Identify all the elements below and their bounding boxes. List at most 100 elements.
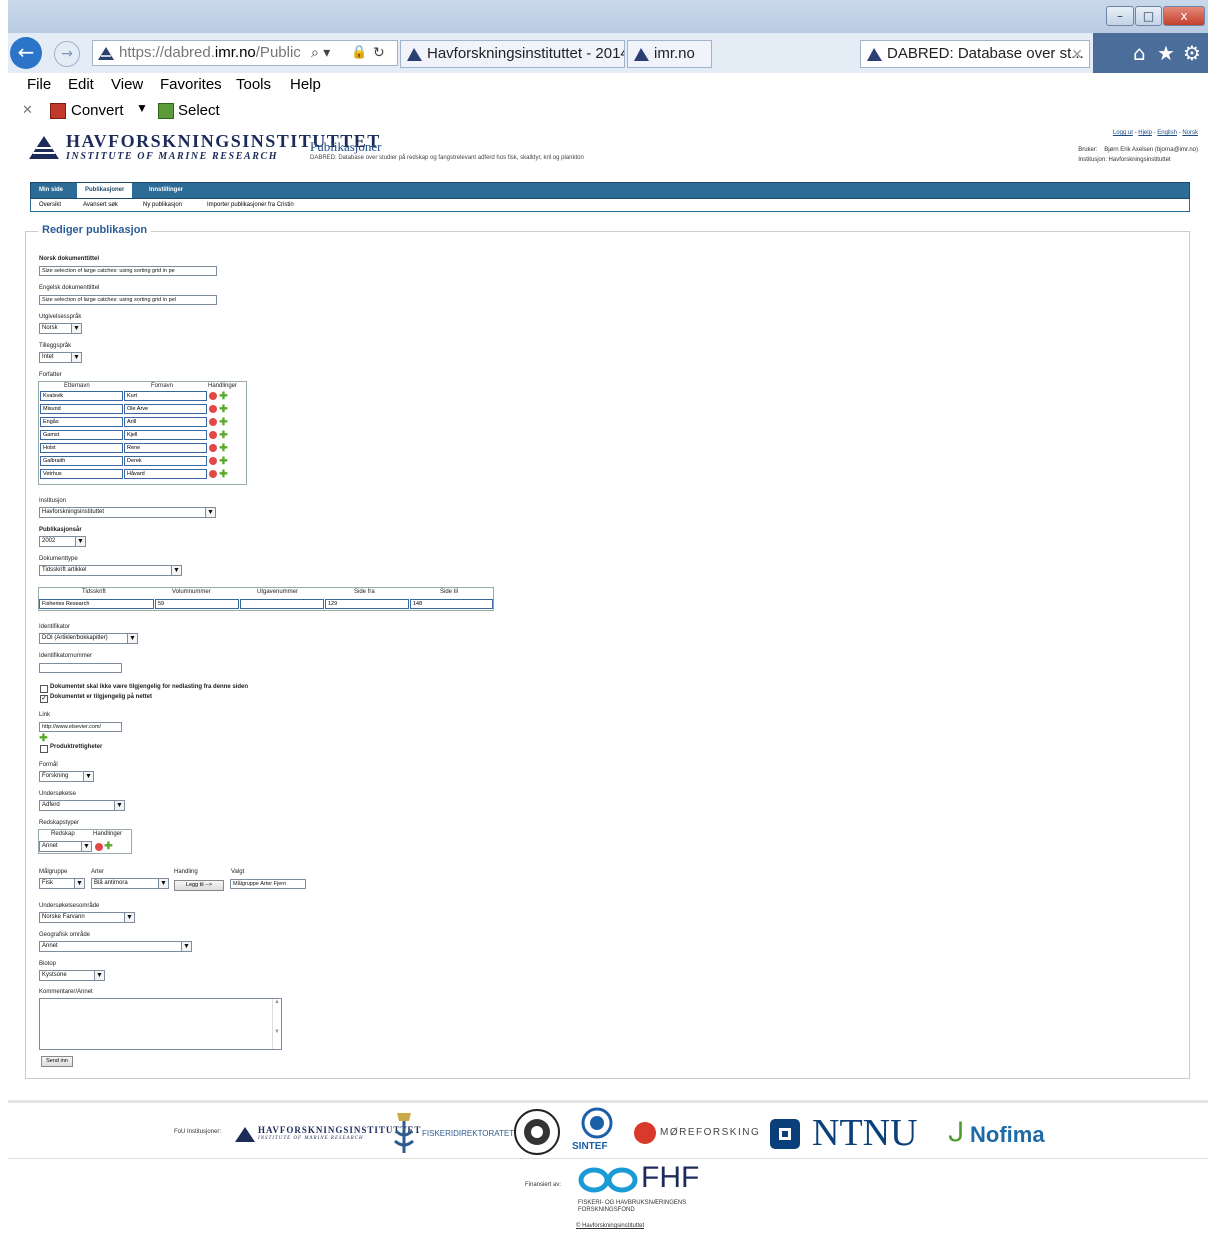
nav-innstillinger[interactable]: Innstillinger xyxy=(141,183,191,198)
close-toolbar-icon[interactable]: ✕ xyxy=(22,102,33,118)
university-tromso-seal-icon[interactable] xyxy=(513,1107,561,1157)
norsk-link[interactable]: Norsk xyxy=(1182,130,1198,136)
add-gear-icon[interactable]: ✚ xyxy=(104,842,113,852)
remove-author-icon[interactable] xyxy=(209,418,217,426)
remove-author-icon[interactable] xyxy=(209,405,217,413)
engelsk-title-input[interactable]: Size selection of large catches: using s… xyxy=(39,295,217,305)
not-available-checkbox[interactable] xyxy=(40,685,48,693)
gear-select[interactable]: Annet ▼ xyxy=(39,841,92,852)
page-to-input[interactable]: 148 xyxy=(410,599,493,609)
menu-help[interactable]: Help xyxy=(290,76,321,93)
online-checkbox[interactable]: ✓ xyxy=(40,695,48,703)
norsk-title-input[interactable]: Size selection of large catches: using s… xyxy=(39,266,217,276)
year-select[interactable]: 2002 ▼ xyxy=(39,536,86,547)
logout-link[interactable]: Logg ut xyxy=(1113,130,1133,136)
add-author-icon[interactable]: ✚ xyxy=(219,392,228,402)
remove-author-icon[interactable] xyxy=(209,431,217,439)
partner-ntnu[interactable]: NTNU xyxy=(812,1111,918,1155)
refresh-icon[interactable]: ↻ xyxy=(373,41,385,65)
author-firstname-input[interactable]: Derek xyxy=(124,456,207,466)
menu-favorites[interactable]: Favorites xyxy=(160,76,222,93)
partner-fiskeridirektoratet[interactable]: FISKERIDIREKTORATET xyxy=(422,1129,514,1138)
help-link[interactable]: Hjelp xyxy=(1138,130,1152,136)
close-window-button[interactable]: x xyxy=(1163,6,1205,26)
add-author-icon[interactable]: ✚ xyxy=(219,457,228,467)
subnav-ny-publikasjon[interactable]: Ny publikasjon xyxy=(143,199,182,211)
home-icon[interactable]: ⌂ xyxy=(1133,41,1146,65)
author-firstname-input[interactable]: Kjell xyxy=(124,430,207,440)
author-firstname-input[interactable]: Håvard xyxy=(124,469,207,479)
author-firstname-input[interactable]: Kurt xyxy=(124,391,207,401)
page-from-input[interactable]: 129 xyxy=(325,599,409,609)
tab-dabred[interactable]: DABRED: Database over st... ✕ xyxy=(860,40,1090,68)
close-tab-icon[interactable]: ✕ xyxy=(1071,41,1083,67)
author-lastname-input[interactable]: Gamst xyxy=(40,430,123,440)
geo-select[interactable]: Annet ▼ xyxy=(39,941,192,952)
remove-gear-icon[interactable] xyxy=(95,843,103,851)
menu-view[interactable]: View xyxy=(111,76,143,93)
author-lastname-input[interactable]: Kvalsvik xyxy=(40,391,123,401)
add-author-icon[interactable]: ✚ xyxy=(219,405,228,415)
identifier-number-input[interactable] xyxy=(39,663,122,673)
settings-gear-icon[interactable]: ⚙ xyxy=(1183,41,1201,65)
author-firstname-input[interactable]: Ole Arve xyxy=(124,404,207,414)
study-select[interactable]: Adferd ▼ xyxy=(39,800,125,811)
language-select[interactable]: Norsk ▼ xyxy=(39,323,82,334)
tab-imr[interactable]: imr.no xyxy=(627,40,712,68)
add-species-button[interactable]: Legg til --> xyxy=(174,880,224,891)
biotope-select[interactable]: Kystsone ▼ xyxy=(39,970,105,981)
remove-author-icon[interactable] xyxy=(209,457,217,465)
nav-publikasjoner[interactable]: Publikasjoner xyxy=(77,183,133,198)
fhf-name[interactable]: FHF xyxy=(641,1161,699,1195)
remove-author-icon[interactable] xyxy=(209,444,217,452)
forward-button[interactable]: → xyxy=(54,41,80,67)
author-lastname-input[interactable]: Engås xyxy=(40,417,123,427)
author-lastname-input[interactable]: Galbraith xyxy=(40,456,123,466)
remove-author-icon[interactable] xyxy=(209,392,217,400)
area-select[interactable]: Norske Farvann ▼ xyxy=(39,912,135,923)
back-button[interactable]: ← xyxy=(10,37,42,69)
institution-select[interactable]: Havforskningsinstituttet ▼ xyxy=(39,507,216,518)
comment-textarea[interactable]: ▲ ▼ xyxy=(39,998,282,1050)
add-author-icon[interactable]: ✚ xyxy=(219,431,228,441)
add-author-icon[interactable]: ✚ xyxy=(219,418,228,428)
doctype-select[interactable]: Tidsskrift artikkel ▼ xyxy=(39,565,182,576)
add-author-icon[interactable]: ✚ xyxy=(219,444,228,454)
add-link-icon[interactable]: ✚ xyxy=(39,734,48,744)
nav-min-side[interactable]: Min side xyxy=(31,183,71,198)
address-bar[interactable]: https://dabred.imr.no/Public ⌕ ▾ 🔒 ↻ xyxy=(92,40,398,66)
tab-havforskning[interactable]: Havforskningsinstituttet - 2014 xyxy=(400,40,625,68)
maximize-button[interactable]: □ xyxy=(1135,6,1162,26)
author-lastname-input[interactable]: Misund xyxy=(40,404,123,414)
journal-name-input[interactable]: Fisheries Research xyxy=(39,599,154,609)
author-firstname-input[interactable]: Rene xyxy=(124,443,207,453)
target-select[interactable]: Fisk ▼ xyxy=(39,878,85,889)
subnav-avansert-sok[interactable]: Avansert søk xyxy=(83,199,118,211)
menu-edit[interactable]: Edit xyxy=(68,76,94,93)
product-rights-checkbox[interactable] xyxy=(40,745,48,753)
species-select[interactable]: Blå antimora ▼ xyxy=(91,878,169,889)
subnav-importer[interactable]: Importer publikasjoner fra Cristin xyxy=(207,199,294,211)
purpose-select[interactable]: Forskning ▼ xyxy=(39,771,94,782)
favorites-star-icon[interactable]: ★ xyxy=(1157,41,1175,65)
imr-logo[interactable]: HAVFORSKNINGSINSTITUTTET INSTITUTE OF MA… xyxy=(28,131,379,163)
menu-file[interactable]: File xyxy=(27,76,51,93)
author-firstname-input[interactable]: Arill xyxy=(124,417,207,427)
subnav-oversikt[interactable]: Oversikt xyxy=(39,199,61,211)
menu-tools[interactable]: Tools xyxy=(236,76,271,93)
link-input[interactable]: http://www.elsevier.com/ xyxy=(39,722,122,732)
submit-button[interactable]: Send inn xyxy=(41,1056,73,1067)
minimize-button[interactable]: – xyxy=(1106,6,1134,26)
comment-scrollbar[interactable]: ▲ ▼ xyxy=(272,999,281,1049)
remove-author-icon[interactable] xyxy=(209,470,217,478)
chevron-down-icon[interactable]: ▼ xyxy=(136,101,148,115)
select-button[interactable]: Select xyxy=(178,102,220,119)
identifier-select[interactable]: DOI (Artikler/bokkapitler) ▼ xyxy=(39,633,138,644)
convert-button[interactable]: Convert xyxy=(71,102,124,119)
volume-input[interactable]: 59 xyxy=(155,599,239,609)
issue-input[interactable] xyxy=(240,599,324,609)
add-author-icon[interactable]: ✚ xyxy=(219,470,228,480)
copyright-link[interactable]: © Havforskningsinstituttet xyxy=(576,1223,644,1229)
author-lastname-input[interactable]: Holst xyxy=(40,443,123,453)
partner-sintef[interactable]: SINTEF xyxy=(572,1141,608,1152)
